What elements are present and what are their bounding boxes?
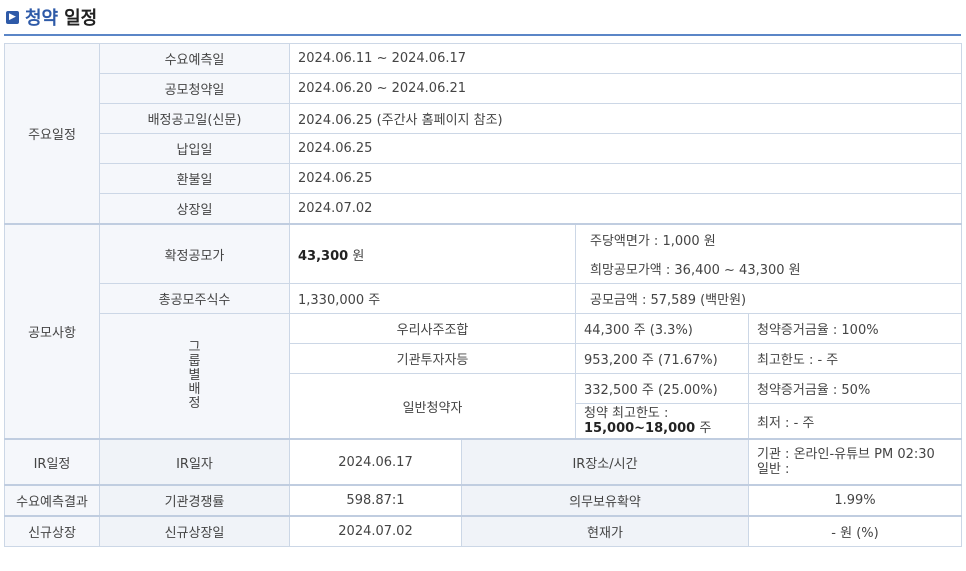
desired-price: 희망공모가액 : 36,400 ~ 43,300 원 [574,254,963,284]
schedule-value: 2024.06.25 [288,133,963,164]
confirmed-price-cell: 43,300 원 [289,223,576,284]
ipo-schedule-table: 주요일정 수요예측일 2024.06.11 ~ 2024.06.17 공모청약일… [4,43,963,547]
group-note: 최고한도 : - 주 [747,343,963,374]
schedule-value: 2024.06.11 ~ 2024.06.17 [288,43,963,74]
confirmed-price-unit: 원 [352,248,365,264]
total-shares-value: 1,330,000 주 [289,283,576,314]
schedule-group-label: 주요일정 [4,43,100,225]
min-note: 최저 : - 주 [747,403,963,440]
ir-place-line1: 기관 : 온라인-유튜브 PM 02:30 [757,447,935,462]
schedule-label: 납입일 [99,133,290,164]
lockup-value: 1.99% [747,484,963,517]
schedule-label: 환불일 [99,163,290,194]
group-shares: 953,200 주 (71.67%) [575,343,749,374]
group-note: 청약증거금율 : 50% [747,373,963,404]
par-value: 주당액면가 : 1,000 원 [574,223,963,254]
ir-place-cell: 기관 : 온라인-유튜브 PM 02:30 일반 : [747,438,963,486]
confirmed-price-label: 확정공모가 [99,223,290,284]
ir-group-label: IR일정 [4,438,100,486]
group-name: 우리사주조합 [289,313,576,344]
section-title: ▶ 청약 일정 [6,4,97,30]
group-alloc-text: 그룹별배정 [188,340,201,411]
demand-group-label: 수요예측결과 [4,484,100,517]
max-limit-value: 15,000~18,000 [584,421,696,436]
title-underline [4,34,961,36]
total-amount: 공모금액 : 57,589 (백만원) [574,283,963,314]
listing-group-label: 신규상장 [4,515,100,547]
schedule-label: 수요예측일 [99,43,290,74]
institution-competition-label: 기관경쟁률 [99,484,290,517]
group-shares: 44,300 주 (3.3%) [575,313,749,344]
schedule-label: 상장일 [99,193,290,225]
ir-date-value: 2024.06.17 [289,438,462,486]
title-part2: 일정 [64,8,98,29]
schedule-value: 2024.06.25 (주간사 홈페이지 참조) [288,103,963,134]
max-limit-cell: 청약 최고한도 : 15,000~18,000 주 [575,403,749,440]
max-limit-unit: 주 [699,421,712,436]
schedule-value: 2024.07.02 [288,193,963,225]
lockup-label: 의무보유확약 [461,484,749,517]
max-limit-label: 청약 최고한도 : [584,406,669,421]
title-part1: 청약 [25,8,59,29]
schedule-label: 배정공고일(신문) [99,103,290,134]
offering-group-label: 공모사항 [4,223,100,440]
group-name: 일반청약자 [289,373,576,440]
ir-place-label: IR장소/시간 [461,438,749,486]
schedule-value: 2024.06.20 ~ 2024.06.21 [288,73,963,104]
group-note: 청약증거금율 : 100% [747,313,963,344]
current-price-value: - 원 (%) [747,515,963,547]
institution-competition-value: 598.87:1 [289,484,462,517]
schedule-label: 공모청약일 [99,73,290,104]
arrow-square-icon: ▶ [6,10,19,24]
total-shares-label: 총공모주식수 [99,283,290,314]
schedule-value: 2024.06.25 [288,163,963,194]
group-alloc-label: 그룹별배정 [99,313,290,440]
current-price-label: 현재가 [461,515,749,547]
listing-date-value: 2024.07.02 [289,515,462,547]
confirmed-price-value: 43,300 [298,248,349,264]
listing-date-label: 신규상장일 [99,515,290,547]
ir-date-label: IR일자 [99,438,290,486]
group-shares: 332,500 주 (25.00%) [575,373,749,404]
ir-place-line2: 일반 : [757,462,790,477]
group-name: 기관투자자등 [289,343,576,374]
